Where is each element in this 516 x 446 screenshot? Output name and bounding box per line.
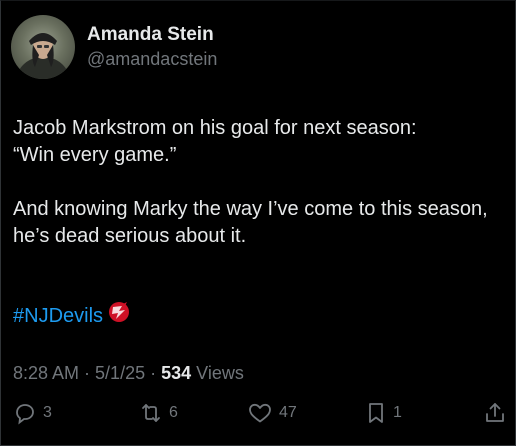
views-label: Views xyxy=(196,363,244,383)
author-handle[interactable]: @amandacstein xyxy=(87,47,217,71)
hashtag-link[interactable]: #NJDevils xyxy=(13,303,103,330)
author-names: Amanda Stein @amandacstein xyxy=(87,23,217,71)
heart-icon xyxy=(247,401,273,425)
tweet-text: Jacob Markstrom on his goal for next sea… xyxy=(13,115,503,277)
nj-devils-logo-icon[interactable] xyxy=(107,301,131,331)
tweet-header: Amanda Stein @amandacstein xyxy=(11,15,217,79)
meta-separator: · xyxy=(150,363,157,383)
repost-icon xyxy=(139,401,163,425)
bookmark-button[interactable]: 1 xyxy=(365,401,402,425)
repost-count: 6 xyxy=(169,404,178,421)
reply-icon xyxy=(13,401,37,425)
tweet-card: Amanda Stein @amandacstein Jacob Markstr… xyxy=(0,0,516,446)
share-button[interactable] xyxy=(483,401,507,425)
avatar[interactable] xyxy=(11,15,75,79)
share-icon xyxy=(483,401,507,425)
meta-separator: · xyxy=(84,363,91,383)
tweet-time[interactable]: 8:28 AM xyxy=(13,363,79,384)
bookmark-icon xyxy=(365,401,387,425)
tweet-paragraph-2: And knowing Marky the way I’ve come to t… xyxy=(13,198,488,247)
tweet-paragraph-1: Jacob Markstrom on his goal for next sea… xyxy=(13,117,417,166)
like-count: 47 xyxy=(279,404,297,421)
reply-button[interactable]: 3 xyxy=(13,401,52,425)
hashtag-line: #NJDevils xyxy=(13,301,131,331)
tweet-meta: 8:28 AM · 5/1/25 · 534 Views xyxy=(13,363,244,384)
action-bar: 3 6 47 1 xyxy=(1,401,516,437)
author-display-name[interactable]: Amanda Stein xyxy=(87,23,217,47)
repost-button[interactable]: 6 xyxy=(139,401,178,425)
views-count: 534 xyxy=(161,363,192,383)
tweet-date[interactable]: 5/1/25 xyxy=(95,363,145,384)
like-button[interactable]: 47 xyxy=(247,401,297,425)
reply-count: 3 xyxy=(43,404,52,421)
bookmark-count: 1 xyxy=(393,404,402,421)
